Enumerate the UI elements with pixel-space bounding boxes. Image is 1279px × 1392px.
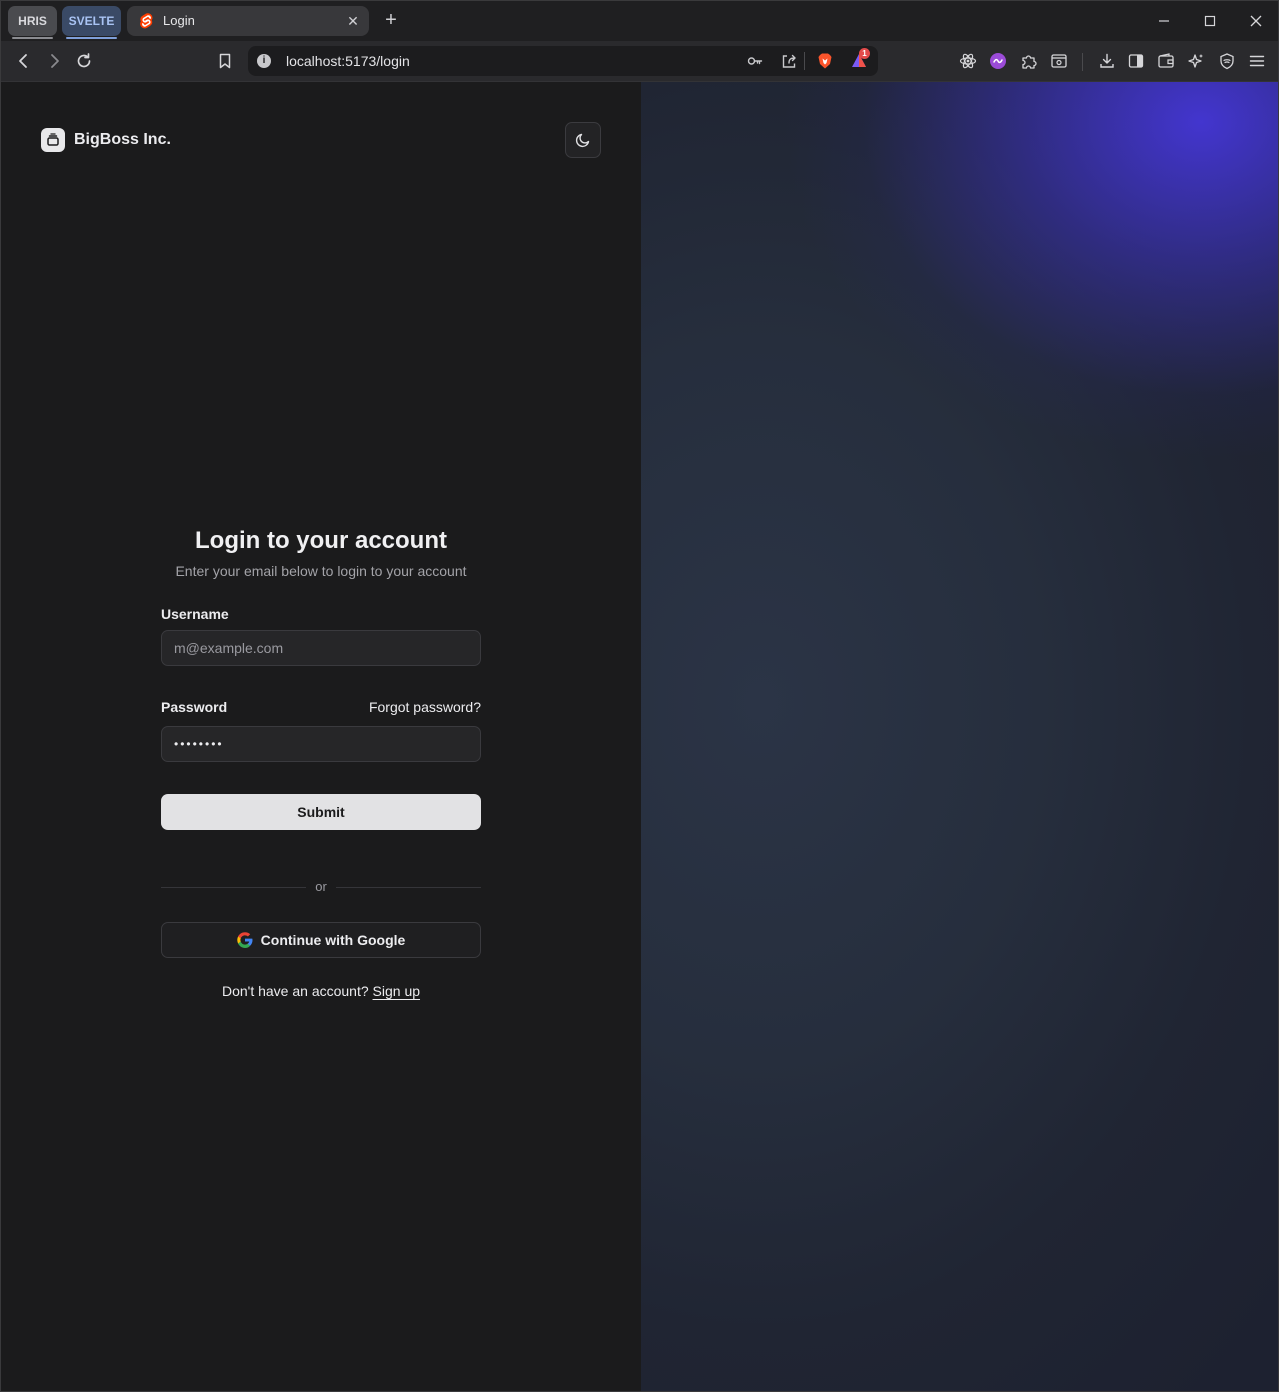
- site-info-icon[interactable]: i: [257, 54, 271, 68]
- reader-mode-icon[interactable]: [1047, 49, 1071, 73]
- reload-icon[interactable]: [72, 49, 96, 73]
- tab-login[interactable]: Login ✕: [127, 6, 369, 36]
- sidebar-icon[interactable]: [1124, 49, 1148, 73]
- brave-shields-icon[interactable]: [813, 49, 837, 73]
- tab-group-label: SVELTE: [68, 14, 115, 28]
- toolbar-separator: [804, 52, 805, 70]
- divider-text: or: [315, 879, 327, 894]
- menu-icon[interactable]: [1245, 49, 1269, 73]
- page-title: Login to your account: [195, 527, 447, 554]
- downloads-icon[interactable]: [1095, 49, 1119, 73]
- new-tab-button[interactable]: +: [380, 10, 402, 32]
- password-label: Password: [161, 699, 228, 715]
- tab-group-underline: [66, 37, 117, 39]
- brand[interactable]: BigBoss Inc.: [41, 128, 171, 152]
- tab-group-underline: [12, 37, 53, 39]
- brave-rewards-icon[interactable]: 1: [847, 48, 871, 73]
- continue-with-google-button[interactable]: Continue with Google: [161, 922, 481, 958]
- username-input[interactable]: m@example.com: [161, 630, 481, 666]
- wallet-icon[interactable]: [1154, 49, 1178, 73]
- page-subtitle: Enter your email below to login to your …: [175, 563, 467, 579]
- gallery-stack-icon: [41, 128, 65, 152]
- decorative-gradient-panel: [641, 82, 1278, 1391]
- svelte-favicon-icon: [140, 13, 153, 29]
- tab-group-label: HRIS: [18, 14, 47, 28]
- tab-title: Login: [163, 13, 195, 28]
- moon-icon: [575, 133, 590, 148]
- browser-window: HRIS SVELTE Login ✕ + i localhost:5173/l…: [0, 0, 1279, 1392]
- tab-group-svelte[interactable]: SVELTE: [62, 6, 121, 39]
- browser-toolbar: i localhost:5173/login 1: [1, 41, 1278, 82]
- signup-row: Don't have an account? Sign up: [161, 983, 481, 999]
- vpn-shield-icon[interactable]: [1215, 49, 1239, 73]
- close-window-icon[interactable]: [1244, 9, 1268, 33]
- share-icon[interactable]: [777, 49, 801, 73]
- signup-link[interactable]: Sign up: [373, 983, 420, 999]
- password-input[interactable]: ••••••••: [161, 726, 481, 762]
- back-icon[interactable]: [12, 49, 36, 73]
- or-divider: or: [161, 879, 481, 895]
- forward-icon[interactable]: [42, 49, 66, 73]
- maximize-icon[interactable]: [1198, 9, 1222, 33]
- tab-group-hris[interactable]: HRIS: [8, 6, 57, 39]
- theme-toggle-button[interactable]: [565, 122, 601, 158]
- bookmark-icon[interactable]: [213, 49, 237, 73]
- brand-name: BigBoss Inc.: [74, 131, 171, 148]
- login-form: Login to your account Enter your email b…: [161, 522, 481, 999]
- google-button-label: Continue with Google: [260, 932, 406, 948]
- username-label: Username: [161, 606, 229, 622]
- address-bar[interactable]: i localhost:5173/login 1: [248, 46, 878, 76]
- minimize-icon[interactable]: [1152, 9, 1176, 33]
- google-icon: [236, 932, 253, 948]
- extension-purple-icon[interactable]: [986, 49, 1010, 73]
- rewards-badge: 1: [859, 48, 870, 59]
- password-key-icon[interactable]: [743, 49, 767, 73]
- react-devtools-icon[interactable]: [956, 49, 980, 73]
- signup-prompt: Don't have an account?: [221, 983, 369, 999]
- tab-strip: HRIS SVELTE Login ✕ +: [1, 1, 1278, 41]
- login-pane: BigBoss Inc. Login to your account Enter…: [1, 82, 641, 1391]
- close-tab-icon[interactable]: ✕: [345, 13, 361, 29]
- leo-ai-icon[interactable]: [1184, 49, 1208, 73]
- extensions-puzzle-icon[interactable]: [1017, 49, 1041, 73]
- submit-button[interactable]: Submit: [161, 794, 481, 830]
- page-content: BigBoss Inc. Login to your account Enter…: [1, 82, 1278, 1391]
- toolbar-separator: [1082, 53, 1083, 71]
- forgot-password-link[interactable]: Forgot password?: [369, 699, 481, 715]
- url-text: localhost:5173/login: [286, 53, 410, 69]
